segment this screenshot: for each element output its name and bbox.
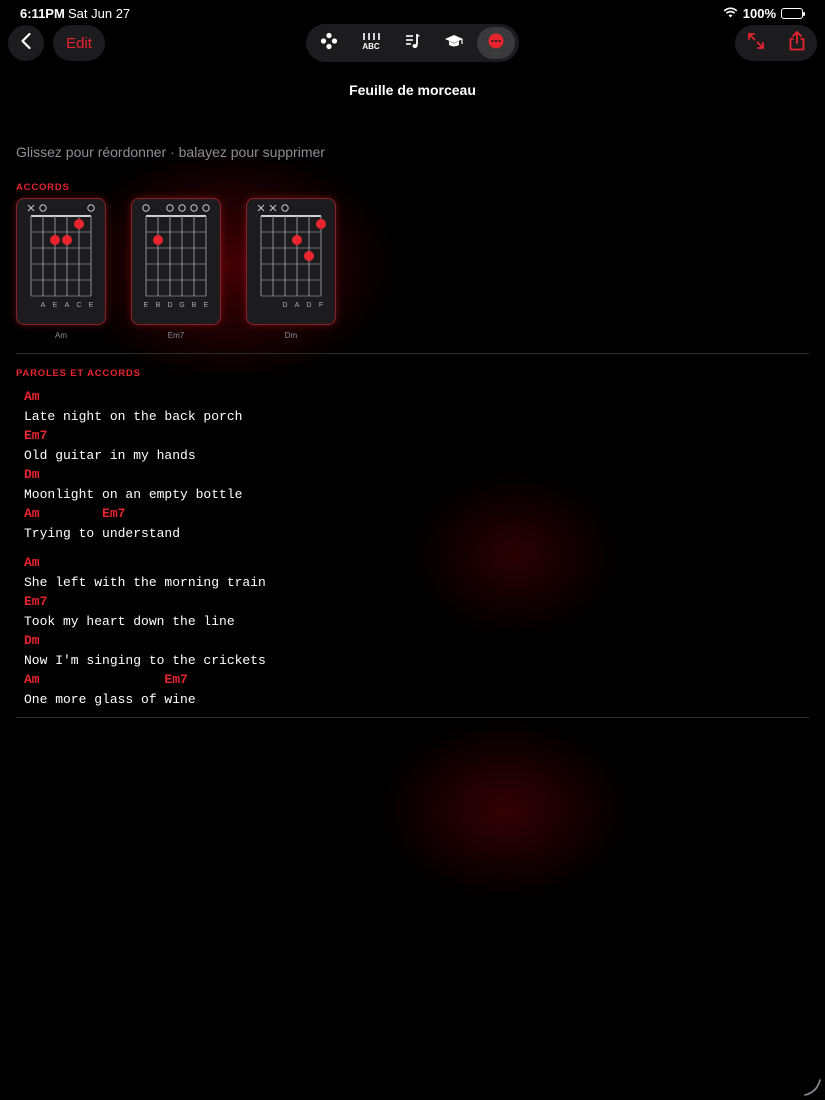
lyric-line: Old guitar in my hands [24,447,196,463]
edit-button[interactable]: Edit [53,25,105,61]
chord-name: Dm [284,331,298,340]
toolbar-tab-button[interactable]: ABC [352,27,390,59]
wifi-icon [723,6,738,21]
string-name-label: E [53,302,58,309]
lyric-line: Took my heart down the line [24,613,235,629]
share-icon[interactable] [788,30,806,56]
chord-diagram[interactable]: AEACE [16,198,106,325]
chord-item[interactable]: DADF Dm [246,198,336,340]
stanza: Am Late night on the back porch Em7 Old … [24,387,266,543]
chord-line: Em7 [24,428,48,443]
chord-name: Em7 [167,331,185,340]
muted-string-marker [27,204,35,212]
toolbar-dice-button[interactable] [310,27,348,59]
svg-text:ABC: ABC [362,42,380,50]
string-name-label: E [144,302,149,309]
lyric-line: She left with the morning train [24,574,266,590]
music-notes-icon [404,32,422,55]
finger-dot [153,235,163,245]
section-divider [16,353,809,354]
string-name-label: A [295,302,300,309]
stanza: Am She left with the morning train Em7 T… [24,553,266,709]
finger-dot [62,235,72,245]
string-name-label: A [41,302,46,309]
string-name-label: G [179,302,184,309]
finger-dot [316,219,326,229]
lyric-line: Now I'm singing to the crickets [24,652,266,668]
chord-line: Em7 [24,594,48,609]
string-name-label: E [204,302,209,309]
chord-diagram-svg: DADF [257,204,326,309]
chord-line: Dm [24,633,40,648]
chord-diagram-svg: AEACE [27,204,95,309]
chevron-left-icon [20,32,32,55]
chords-section-label: ACCORDS [16,182,70,193]
string-name-label: F [319,302,323,309]
chord-diagram[interactable]: EBDGBE [131,198,221,325]
lyrics-section-label: PAROLES ET ACCORDS [16,368,141,379]
string-name-label: D [282,302,287,309]
chord-name: Am [55,331,67,340]
more-icon [488,33,504,54]
battery-icon [781,8,805,19]
toolbar-notes-button[interactable] [394,27,432,59]
open-string-marker [190,204,198,212]
chord-line: Am [24,389,40,404]
lyric-line: Late night on the back porch [24,408,243,424]
chord-line: Am Em7 [24,672,188,687]
page-title: Feuille de morceau [349,82,476,98]
string-name-label: A [65,302,70,309]
dice-icon [320,32,338,55]
open-string-marker [166,204,174,212]
chord-diagram-svg: EBDGBE [142,204,210,309]
open-string-marker [178,204,186,212]
chord-item[interactable]: EBDGBE Em7 [131,198,221,340]
tab-notation-icon: ABC [360,32,382,55]
lyric-line: Trying to understand [24,525,181,541]
chord-item[interactable]: AEACE Am [16,198,106,340]
string-name-label: D [167,302,172,309]
finger-dot [50,235,60,245]
lyric-line: Moonlight on an empty bottle [24,486,243,502]
section-divider [16,717,809,718]
status-date: Sat Jun 27 [68,6,131,21]
toolbar-more-button[interactable] [477,27,515,59]
finger-dot [304,251,314,261]
mode-toolbar: ABC [306,24,519,62]
toolbar-learn-button[interactable] [435,27,473,59]
muted-string-marker [269,204,277,212]
open-string-marker [87,204,95,212]
graduation-cap-icon [444,32,464,55]
chord-line: Am Em7 [24,506,126,521]
status-bar: 6:11PM Sat Jun 27 100% [0,0,825,26]
lyric-line: One more glass of wine [24,691,196,707]
status-time: 6:11PM [20,6,65,21]
string-name-label: D [306,302,311,309]
string-name-label: B [192,302,197,309]
open-string-marker [142,204,150,212]
chord-line: Dm [24,467,40,482]
open-string-marker [281,204,289,212]
expand-icon[interactable] [747,32,765,55]
open-string-marker [39,204,47,212]
right-actions [735,25,817,61]
muted-string-marker [257,204,265,212]
chord-list: AEACE Am EBDGBE Em7 DADF Dm [16,198,336,340]
resize-handle-icon[interactable] [803,1078,821,1096]
battery-percent: 100% [742,6,776,21]
back-button[interactable] [8,25,44,61]
reorder-hint: Glissez pour réordonner · balayez pour s… [16,144,325,160]
string-name-label: C [76,302,81,309]
chord-line: Am [24,555,40,570]
open-string-marker [202,204,210,212]
finger-dot [292,235,302,245]
string-name-label: E [89,302,94,309]
finger-dot [74,219,84,229]
lyrics-sheet: Am Late night on the back porch Em7 Old … [24,387,266,719]
chord-diagram[interactable]: DADF [246,198,336,325]
string-name-label: B [156,302,161,309]
